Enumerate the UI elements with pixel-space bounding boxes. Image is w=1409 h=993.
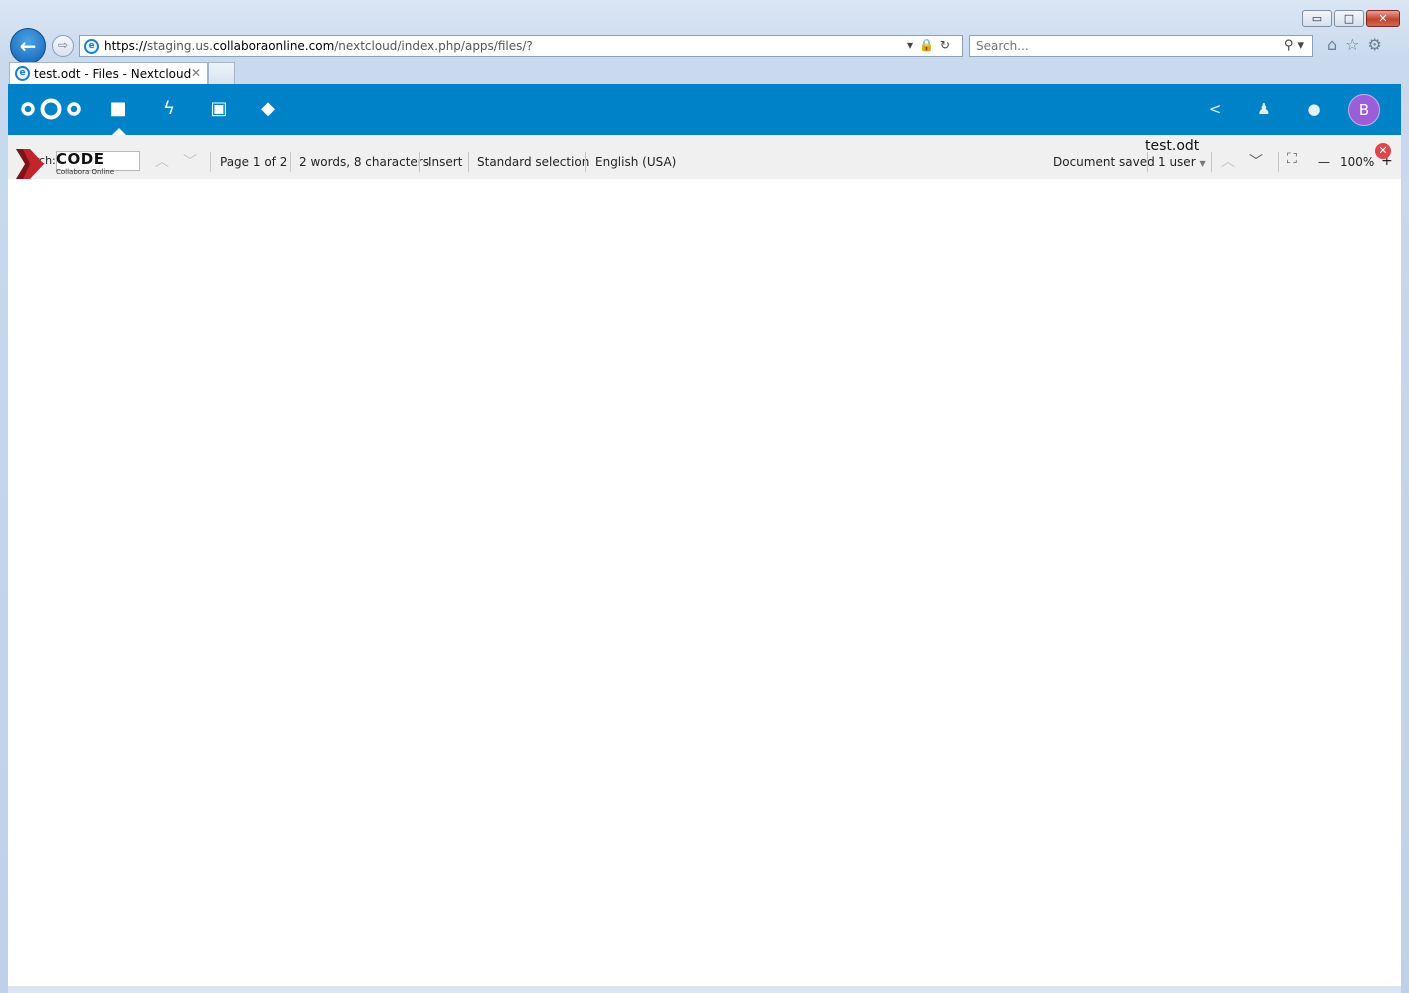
url-host-sub: staging.us. (147, 39, 213, 53)
back-arrow-icon: ← (19, 34, 37, 58)
word-count: 2 words, 8 characters (299, 155, 429, 169)
ie-page-icon: e (84, 39, 99, 54)
selection-mode[interactable]: Standard selection (477, 155, 589, 169)
nextcloud-logo[interactable] (20, 96, 82, 122)
close-document-icon[interactable]: ✕ (1375, 143, 1391, 159)
active-app-caret (112, 128, 126, 135)
forward-arrow-icon: ⇨ (57, 38, 69, 52)
tab-close-icon[interactable]: ✕ (191, 66, 201, 80)
url-scheme: https:// (104, 39, 148, 53)
forward-button[interactable]: ⇨ (52, 35, 74, 57)
share-icon[interactable]: < (1205, 99, 1225, 119)
nextcloud-header: ■ ϟ ▣ ◆ < ♟ ● B (8, 84, 1401, 135)
url-host-main: collaboraonline.com (213, 39, 335, 53)
browser-toolbar-icons[interactable]: ⌂☆⚙ (1327, 35, 1390, 54)
next-page-chevron-down-icon[interactable]: ﹀ (1249, 151, 1263, 171)
code-logo-subtitle: Collabora Online (56, 168, 115, 176)
close-icon: ✕ (1378, 12, 1388, 25)
search-icon[interactable]: ⚲ ▾ (1284, 38, 1304, 53)
address-tools[interactable]: ▾🔒↻ (907, 38, 956, 52)
search-next-chevron-down-icon[interactable]: ﹀ (183, 151, 197, 171)
fullscreen-icon[interactable]: ⛶ (1287, 151, 1297, 167)
search-prev-chevron-up-icon[interactable]: ︿ (155, 151, 169, 171)
language-status[interactable]: English (USA) (595, 155, 676, 169)
users-indicator[interactable]: 1 user ▼ (1158, 155, 1206, 169)
separator (468, 152, 469, 172)
collabora-toolbar: arch: CODE Collabora Online ︿ ﹀ Page 1 o… (8, 135, 1401, 179)
browser-search-input[interactable] (976, 38, 1266, 54)
separator (1278, 152, 1279, 172)
url-path: /nextcloud/index.php/apps/files/? (334, 39, 533, 53)
separator (1147, 152, 1148, 172)
page-content: ■ ϟ ▣ ◆ < ♟ ● B arch: CODE Collabora Onl… (8, 84, 1401, 986)
user-avatar[interactable]: B (1348, 94, 1380, 126)
close-window-button[interactable]: ✕ (1366, 10, 1400, 27)
url-text[interactable]: https://staging.us.collaboraonline.com/n… (104, 39, 533, 53)
tab-title: test.odt - Files - Nextcloud (34, 67, 192, 81)
browser-tab[interactable]: e test.odt - Files - Nextcloud ✕ (9, 62, 208, 85)
new-tab-button[interactable] (208, 62, 235, 84)
document-title[interactable]: test.odt (1145, 138, 1199, 154)
separator (419, 152, 420, 172)
separator (290, 152, 291, 172)
notifications-icon[interactable]: ♟ (1254, 99, 1274, 119)
app-files-folder-icon[interactable]: ■ (106, 98, 130, 120)
address-bar[interactable]: e https://staging.us.collaboraonline.com… (79, 35, 963, 57)
browser-search-box[interactable]: ⚲ ▾ (969, 35, 1313, 57)
prev-page-chevron-up-icon[interactable]: ︿ (1221, 151, 1235, 171)
browser-window: ▭ □ ✕ ← ⇨ e https://staging.us.collabora… (0, 0, 1409, 993)
contacts-icon[interactable]: ● (1304, 99, 1324, 119)
code-logo-title: CODE (56, 150, 105, 168)
minimize-icon: ▭ (1311, 12, 1323, 25)
zoom-out-icon[interactable]: — (1318, 155, 1330, 169)
app-gallery-image-icon[interactable]: ▣ (207, 98, 231, 120)
zoom-level[interactable]: 100% (1340, 155, 1374, 169)
separator (1211, 152, 1212, 172)
users-label: 1 user (1158, 155, 1196, 169)
insert-mode[interactable]: Insert (428, 155, 462, 169)
app-apps-puzzle-icon[interactable]: ◆ (256, 98, 280, 120)
document-canvas[interactable] (8, 179, 1401, 986)
collabora-logo-icon (16, 149, 44, 179)
app-activity-bolt-icon[interactable]: ϟ (157, 98, 181, 120)
maximize-icon: □ (1343, 12, 1355, 25)
separator (210, 152, 211, 172)
browser-status-strip (8, 986, 1401, 993)
tab-ie-icon: e (15, 66, 30, 81)
separator (585, 152, 586, 172)
maximize-button[interactable]: □ (1334, 10, 1364, 27)
page-info: Page 1 of 2 (220, 155, 288, 169)
back-button[interactable]: ← (10, 28, 46, 64)
minimize-button[interactable]: ▭ (1302, 10, 1332, 27)
save-status: Document saved (1053, 155, 1155, 169)
chevron-down-icon: ▼ (1199, 159, 1206, 168)
